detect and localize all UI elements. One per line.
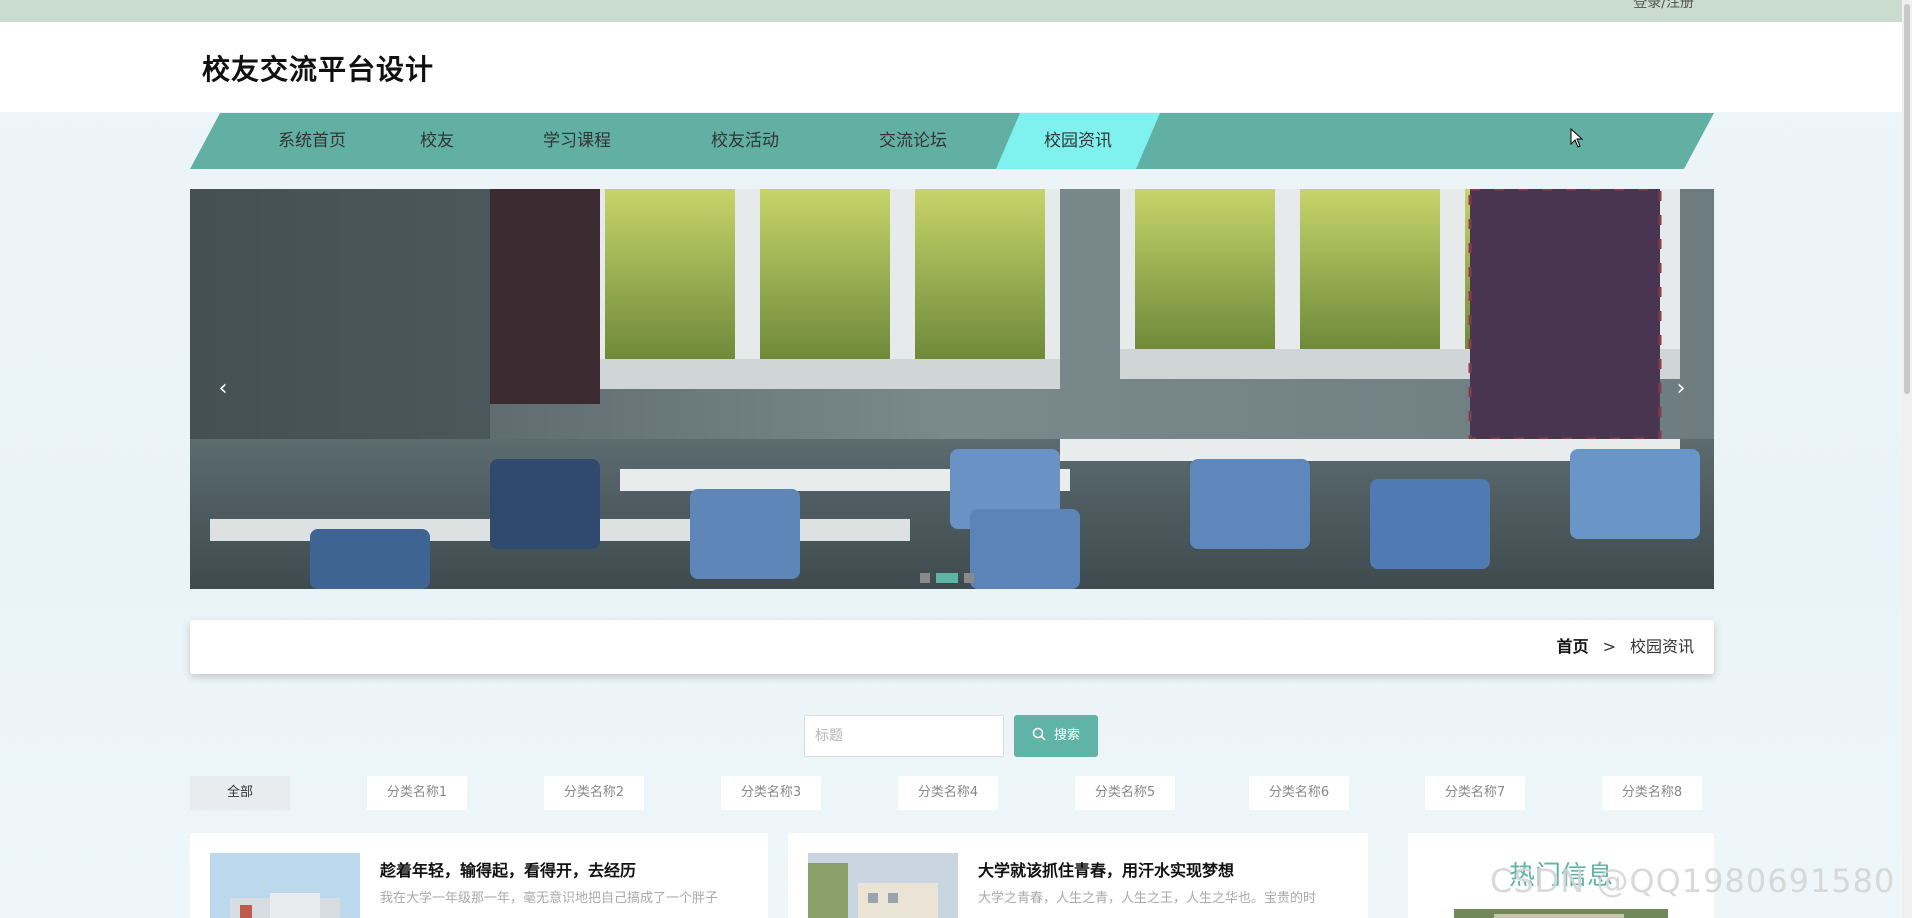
breadcrumb-bar: 首页 > 校园资讯 — [190, 620, 1714, 674]
search-icon — [1032, 727, 1046, 741]
nav-item-alumni[interactable]: 校友 — [382, 113, 492, 169]
breadcrumb-separator: > — [1602, 637, 1616, 656]
classroom-photo — [190, 189, 1714, 589]
news-thumbnail[interactable] — [210, 853, 360, 918]
nav-item-activities[interactable]: 校友活动 — [670, 113, 820, 169]
site-title: 校友交流平台设计 — [202, 53, 435, 86]
carousel-prev-icon[interactable]: ‹ — [208, 369, 238, 409]
category-5[interactable]: 分类名称5 — [1075, 776, 1175, 810]
hot-info-image[interactable] — [1454, 909, 1668, 918]
news-description: 大学之青春，人生之青，人生之王，人生之华也。宝贵的时 — [978, 891, 1317, 906]
category-all[interactable]: 全部 — [190, 776, 290, 810]
carousel-next-icon[interactable]: › — [1666, 369, 1696, 409]
category-6[interactable]: 分类名称6 — [1249, 776, 1349, 810]
news-thumbnail[interactable] — [808, 853, 958, 918]
page-scrollbar[interactable] — [1902, 0, 1912, 918]
site-header: 校友交流平台设计 — [0, 22, 1912, 112]
news-card[interactable]: 大学就该抓住青春，用汗水实现梦想 大学之青春，人生之青，人生之王，人生之华也。宝… — [788, 833, 1368, 918]
nav-item-courses[interactable]: 学习课程 — [502, 113, 652, 169]
nav-item-forum[interactable]: 交流论坛 — [838, 113, 988, 169]
category-3[interactable]: 分类名称3 — [721, 776, 821, 810]
category-4[interactable]: 分类名称4 — [898, 776, 998, 810]
search-input[interactable] — [804, 715, 1004, 757]
search-button[interactable]: 搜索 — [1014, 715, 1098, 757]
login-register-link[interactable]: 登录/注册 — [1633, 0, 1694, 12]
carousel-dot-2[interactable] — [936, 573, 958, 583]
category-1[interactable]: 分类名称1 — [367, 776, 467, 810]
carousel-banner[interactable]: ‹ › — [190, 189, 1714, 589]
category-7[interactable]: 分类名称7 — [1425, 776, 1525, 810]
mouse-cursor-icon — [1570, 128, 1584, 148]
carousel-dot-3[interactable] — [964, 573, 974, 583]
news-title[interactable]: 大学就该抓住青春，用汗水实现梦想 — [978, 857, 1234, 881]
nav-item-home[interactable]: 系统首页 — [242, 113, 382, 169]
news-description: 我在大学一年级那一年，毫无意识地把自己搞成了一个胖子 — [380, 891, 719, 906]
category-2[interactable]: 分类名称2 — [544, 776, 644, 810]
category-8[interactable]: 分类名称8 — [1602, 776, 1702, 810]
news-title[interactable]: 趁着年轻，输得起，看得开，去经历 — [380, 857, 636, 881]
news-card[interactable]: 趁着年轻，输得起，看得开，去经历 我在大学一年级那一年，毫无意识地把自己搞成了一… — [190, 833, 768, 918]
top-bar: 登录/注册 — [0, 0, 1912, 22]
csdn-watermark: CSDN @QQ1980691580 — [1490, 862, 1896, 900]
nav-item-campus-news[interactable]: 校园资讯 — [996, 113, 1160, 169]
search-button-label: 搜索 — [1053, 728, 1080, 743]
scrollbar-thumb[interactable] — [1904, 4, 1910, 394]
breadcrumb-home-link[interactable]: 首页 — [1557, 637, 1589, 656]
breadcrumb-current: 校园资讯 — [1629, 637, 1694, 656]
breadcrumb: 首页 > 校园资讯 — [1557, 620, 1694, 674]
main-nav: 系统首页 校友 学习课程 校友活动 交流论坛 校园资讯 — [190, 113, 1714, 169]
carousel-dot-1[interactable] — [920, 573, 930, 583]
